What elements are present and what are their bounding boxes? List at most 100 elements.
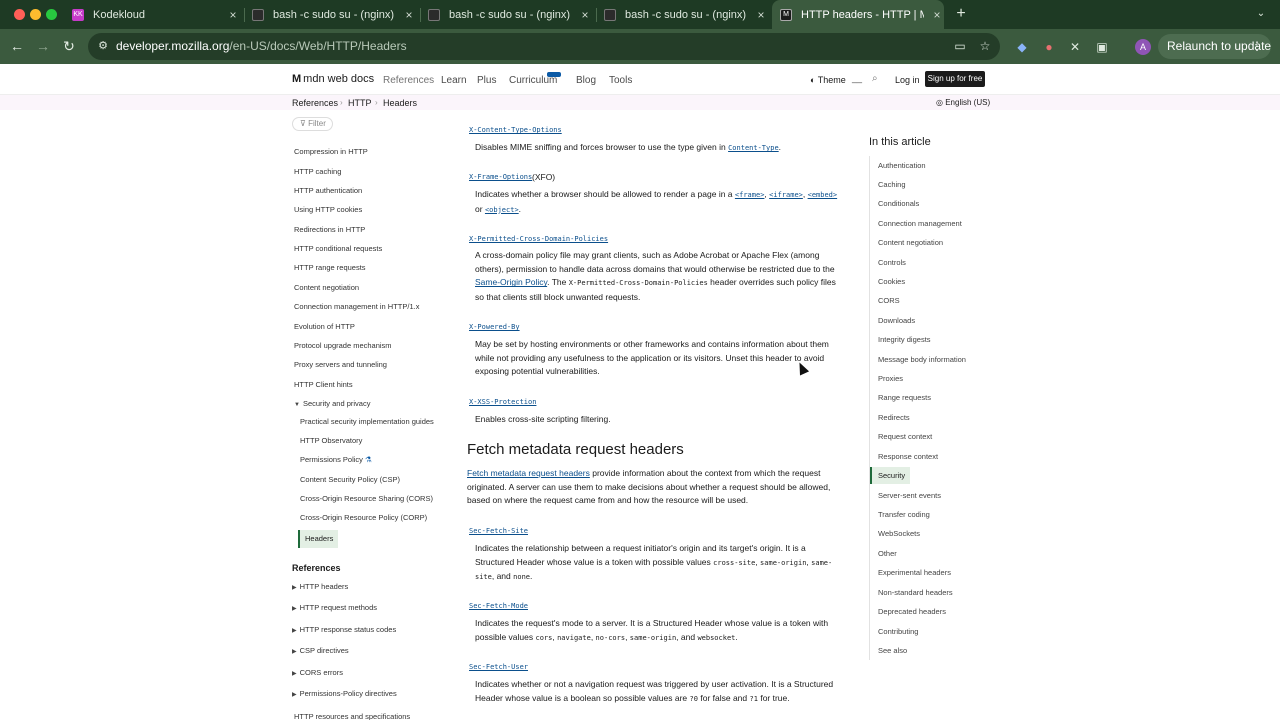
breadcrumb-headers[interactable]: Headers xyxy=(383,98,417,108)
sidebar-filter-input[interactable]: ⊽ Filter xyxy=(292,117,333,131)
toc-item[interactable]: Experimental headers xyxy=(878,568,951,577)
sidebar-reference-item[interactable]: ▶ Permissions-Policy directives xyxy=(292,689,397,698)
nav-references[interactable]: References xyxy=(383,75,434,86)
login-link[interactable]: Log in xyxy=(895,75,920,85)
sidebar-item[interactable]: HTTP caching xyxy=(294,167,341,176)
sidebar-reference-item[interactable]: ▶ CORS errors xyxy=(292,668,343,677)
browser-tab-terminal-3[interactable]: bash -c sudo su - (nginx) × xyxy=(604,0,768,29)
toc-item[interactable]: Downloads xyxy=(878,316,915,325)
extensions-icon[interactable]: ▣ xyxy=(1094,39,1110,55)
header-link-sec-fetch-site[interactable]: Sec-Fetch-Site xyxy=(469,527,528,535)
browser-tab-mdn[interactable]: M HTTP headers - HTTP | MDN × xyxy=(772,0,944,29)
sidebar-group-security[interactable]: ▼ Security and privacy xyxy=(294,399,370,408)
browser-tab-terminal-1[interactable]: bash -c sudo su - (nginx) × xyxy=(252,0,416,29)
bookmark-star-icon[interactable]: ☆ xyxy=(978,39,992,53)
header-link-x-xss-protection[interactable]: X-XSS-Protection xyxy=(469,398,536,406)
extension-ublock-icon[interactable]: ● xyxy=(1041,39,1057,55)
browser-tab-kodekloud[interactable]: KK Kodekloud × xyxy=(72,0,240,29)
inline-code-link[interactable]: Content-Type xyxy=(728,144,779,152)
toc-item[interactable]: Request context xyxy=(878,432,932,441)
sidebar-item-headers-current[interactable]: Headers xyxy=(298,530,338,548)
sidebar-item[interactable]: HTTP conditional requests xyxy=(294,244,382,253)
sidebar-subitem[interactable]: Cross-Origin Resource Policy (CORP) xyxy=(300,513,427,522)
site-settings-icon[interactable]: ⚙ xyxy=(96,39,110,53)
sidebar-item[interactable]: Protocol upgrade mechanism xyxy=(294,341,392,350)
toc-item[interactable]: Deprecated headers xyxy=(878,607,946,616)
toc-item[interactable]: WebSockets xyxy=(878,529,920,538)
minimize-window-button[interactable] xyxy=(30,9,41,20)
toc-item[interactable]: Response context xyxy=(878,452,938,461)
toc-item[interactable]: Cookies xyxy=(878,277,905,286)
reload-icon[interactable]: ↻ xyxy=(60,37,78,55)
sidebar-item[interactable]: Proxy servers and tunneling xyxy=(294,360,387,369)
close-tab-icon[interactable]: × xyxy=(402,8,416,22)
sidebar-item[interactable]: HTTP range requests xyxy=(294,263,366,272)
relaunch-to-update-button[interactable]: Relaunch to update ⋮ xyxy=(1158,34,1271,59)
header-link-x-content-type-options[interactable]: X-Content-Type-Options xyxy=(469,126,562,134)
signup-button[interactable]: Sign up for free xyxy=(925,71,985,87)
sidebar-subitem[interactable]: HTTP Observatory xyxy=(300,436,362,445)
sidebar-item[interactable]: Evolution of HTTP xyxy=(294,322,355,331)
maximize-window-button[interactable] xyxy=(46,9,57,20)
toc-item[interactable]: Redirects xyxy=(878,413,910,422)
sidebar-subitem[interactable]: Content Security Policy (CSP) xyxy=(300,475,400,484)
toc-item[interactable]: See also xyxy=(878,646,907,655)
theme-switcher[interactable]: ◐ Theme xyxy=(810,75,846,85)
search-input[interactable]: __ ⌕ xyxy=(848,73,882,87)
header-link-sec-fetch-mode[interactable]: Sec-Fetch-Mode xyxy=(469,602,528,610)
toc-item[interactable]: Message body information xyxy=(878,355,966,364)
toc-item[interactable]: Integrity digests xyxy=(878,335,931,344)
toc-item[interactable]: Range requests xyxy=(878,393,931,402)
sidebar-subitem[interactable]: Practical security implementation guides xyxy=(300,417,434,426)
toc-item[interactable]: Caching xyxy=(878,180,906,189)
sidebar-reference-item[interactable]: ▶ HTTP headers xyxy=(292,582,348,591)
toc-item[interactable]: Proxies xyxy=(878,374,903,383)
toc-item[interactable]: Content negotiation xyxy=(878,238,943,247)
sidebar-reference-item[interactable]: ▶ CSP directives xyxy=(292,646,349,655)
close-tab-icon[interactable]: × xyxy=(578,8,592,22)
forward-arrow-icon[interactable]: → xyxy=(34,37,52,55)
profile-avatar[interactable]: A xyxy=(1135,39,1151,55)
close-tab-icon[interactable]: × xyxy=(226,8,240,22)
breadcrumb-references[interactable]: References xyxy=(292,98,338,108)
new-tab-icon[interactable]: + xyxy=(952,5,970,23)
toc-item[interactable]: Connection management xyxy=(878,219,962,228)
sidebar-item[interactable]: HTTP authentication xyxy=(294,186,362,195)
inline-code-link[interactable]: <iframe> xyxy=(769,191,803,199)
nav-blog[interactable]: Blog xyxy=(576,75,596,86)
sidebar-item[interactable]: Using HTTP cookies xyxy=(294,205,362,214)
header-link-x-powered-by[interactable]: X-Powered-By xyxy=(469,323,520,331)
inline-code-link[interactable]: <object> xyxy=(485,206,519,214)
fetch-metadata-link[interactable]: Fetch metadata request headers xyxy=(467,468,590,478)
language-switcher[interactable]: ◎ English (US) xyxy=(936,98,990,107)
sidebar-subitem[interactable]: Cross-Origin Resource Sharing (CORS) xyxy=(300,494,433,503)
toc-item[interactable]: Server-sent events xyxy=(878,491,941,500)
back-arrow-icon[interactable]: ← xyxy=(8,37,26,55)
sidebar-reference-item[interactable]: ▶ HTTP request methods xyxy=(292,603,377,612)
sidebar-item[interactable]: Redirections in HTTP xyxy=(294,225,365,234)
close-window-button[interactable] xyxy=(14,9,25,20)
toc-item[interactable]: Transfer coding xyxy=(878,510,930,519)
toc-item[interactable]: Contributing xyxy=(878,627,918,636)
tab-search-icon[interactable]: ⌄ xyxy=(1252,5,1270,23)
inline-code-link[interactable]: <frame> xyxy=(735,191,765,199)
toc-item[interactable]: Conditionals xyxy=(878,199,919,208)
browser-tab-terminal-2[interactable]: bash -c sudo su - (nginx) × xyxy=(428,0,592,29)
sidebar-item[interactable]: HTTP resources and specifications xyxy=(294,712,410,720)
toc-item[interactable]: Other xyxy=(878,549,897,558)
toc-item[interactable]: Non-standard headers xyxy=(878,588,953,597)
mdn-logo[interactable]: Mmdn web docs xyxy=(292,73,374,85)
same-origin-policy-link[interactable]: Same-Origin Policy xyxy=(475,277,547,287)
mute-speaker-icon[interactable]: ✕ xyxy=(1067,39,1083,55)
nav-learn[interactable]: Learn xyxy=(441,75,467,86)
toc-item[interactable]: CORS xyxy=(878,296,900,305)
nav-plus[interactable]: Plus xyxy=(477,75,496,86)
inline-code-link[interactable]: <embed> xyxy=(808,191,838,199)
toc-item[interactable]: Authentication xyxy=(878,161,926,170)
header-link-sec-fetch-user[interactable]: Sec-Fetch-User xyxy=(469,663,528,671)
toc-item[interactable]: Controls xyxy=(878,258,906,267)
sidebar-subitem-permissions-policy[interactable]: Permissions Policy ⚗ xyxy=(300,455,372,464)
close-tab-icon[interactable]: × xyxy=(930,8,944,22)
sidebar-item[interactable]: Content negotiation xyxy=(294,283,359,292)
toc-item-security-active[interactable]: Security xyxy=(870,467,910,484)
